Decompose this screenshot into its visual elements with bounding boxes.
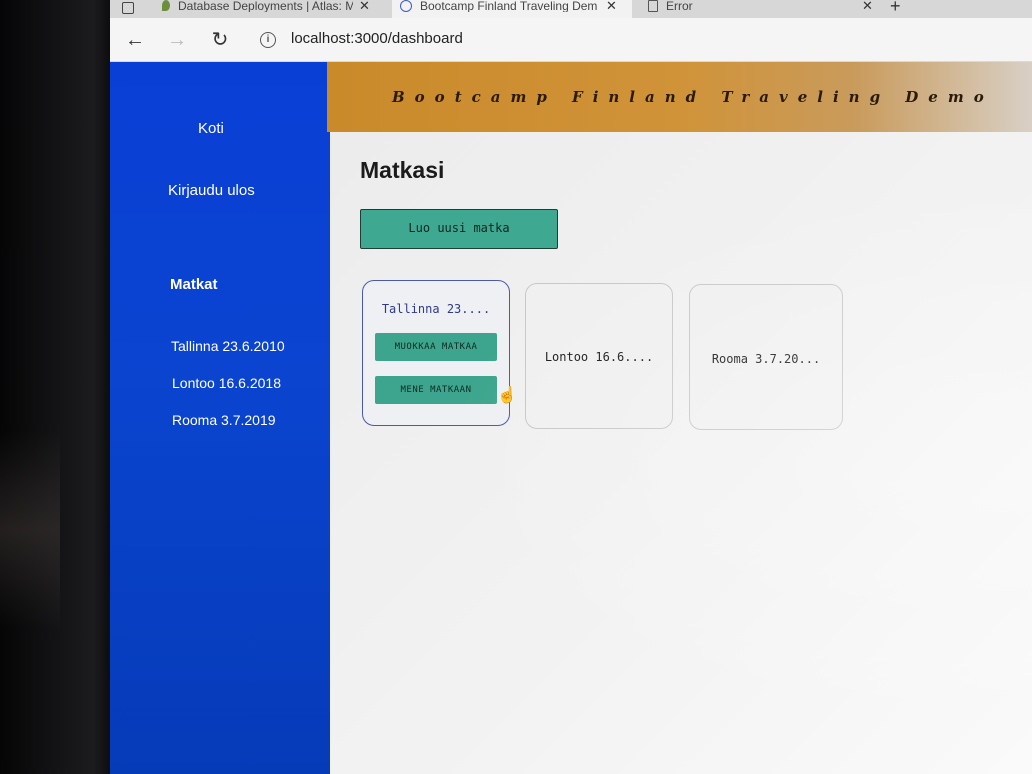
trip-card-title: Lontoo 16.6....	[544, 350, 654, 364]
react-icon	[400, 0, 412, 12]
page-icon	[648, 0, 658, 12]
edit-trip-button[interactable]: MUOKKAA MATKAA	[375, 333, 497, 361]
app-header: Bootcamp Finland Traveling Demo	[327, 62, 1032, 132]
trip-card[interactable]: Lontoo 16.6....	[525, 283, 673, 429]
address-bar[interactable]: localhost:3000/dashboard	[291, 30, 463, 47]
trip-card-title: Rooma 3.7.20...	[711, 352, 821, 366]
close-icon[interactable]: ✕	[862, 0, 873, 12]
app-root: Koti Kirjaudu ulos Matkat Tallinna 23.6.…	[110, 62, 1032, 774]
hand-pointer-icon: ☝	[497, 387, 517, 404]
reload-button[interactable]: ↻	[208, 28, 232, 52]
new-tab-button[interactable]: +	[890, 0, 910, 18]
tab-strip: Database Deployments | Atlas: M ✕ Bootca…	[110, 0, 1032, 18]
sidebar-item-trip[interactable]: Rooma 3.7.2019	[172, 412, 276, 428]
tab-label: Bootcamp Finland Traveling Dem	[420, 0, 598, 12]
monitor-bezel	[0, 0, 110, 774]
sidebar-item-trip[interactable]: Tallinna 23.6.2010	[171, 338, 285, 354]
tab-atlas[interactable]: Database Deployments | Atlas: M ✕	[162, 0, 387, 18]
room-reflection	[0, 430, 60, 630]
page-title: Matkasi	[360, 157, 445, 183]
sidebar-item-home[interactable]: Koti	[198, 120, 224, 137]
trip-card-title: Tallinna 23....	[381, 302, 491, 316]
tab-label: Database Deployments | Atlas: M	[178, 0, 353, 12]
info-icon[interactable]: i	[260, 32, 276, 48]
trip-card[interactable]: Tallinna 23.... MUOKKAA MATKAA MENE MATK…	[362, 280, 517, 426]
trip-card[interactable]: Rooma 3.7.20...	[689, 284, 843, 430]
plus-icon: +	[890, 0, 901, 16]
tab-bootcamp[interactable]: Bootcamp Finland Traveling Dem ✕	[392, 0, 632, 18]
close-icon[interactable]: ✕	[606, 0, 617, 12]
back-button[interactable]: ←	[123, 28, 147, 52]
tab-error[interactable]: Error ✕	[642, 0, 882, 18]
sidebar: Koti Kirjaudu ulos Matkat Tallinna 23.6.…	[110, 62, 330, 774]
forward-button[interactable]: →	[165, 28, 189, 52]
sidebar-trips-heading: Matkat	[170, 276, 218, 293]
go-trip-button[interactable]: MENE MATKAAN	[375, 376, 497, 404]
main-content: Matkasi Luo uusi matka Tallinna 23.... M…	[330, 132, 1032, 774]
leaf-icon	[162, 0, 170, 11]
browser-toolbar: ← → ↻ i localhost:3000/dashboard	[110, 18, 1032, 62]
sidebar-item-trip[interactable]: Lontoo 16.6.2018	[172, 375, 281, 391]
app-title: Bootcamp Finland Traveling Demo	[392, 88, 994, 106]
window-menu-icon[interactable]	[122, 0, 138, 18]
new-trip-button[interactable]: Luo uusi matka	[360, 209, 558, 249]
close-icon[interactable]: ✕	[359, 0, 370, 12]
tab-label: Error	[666, 0, 693, 12]
sidebar-item-logout[interactable]: Kirjaudu ulos	[168, 182, 255, 199]
browser-window: Database Deployments | Atlas: M ✕ Bootca…	[110, 0, 1032, 774]
